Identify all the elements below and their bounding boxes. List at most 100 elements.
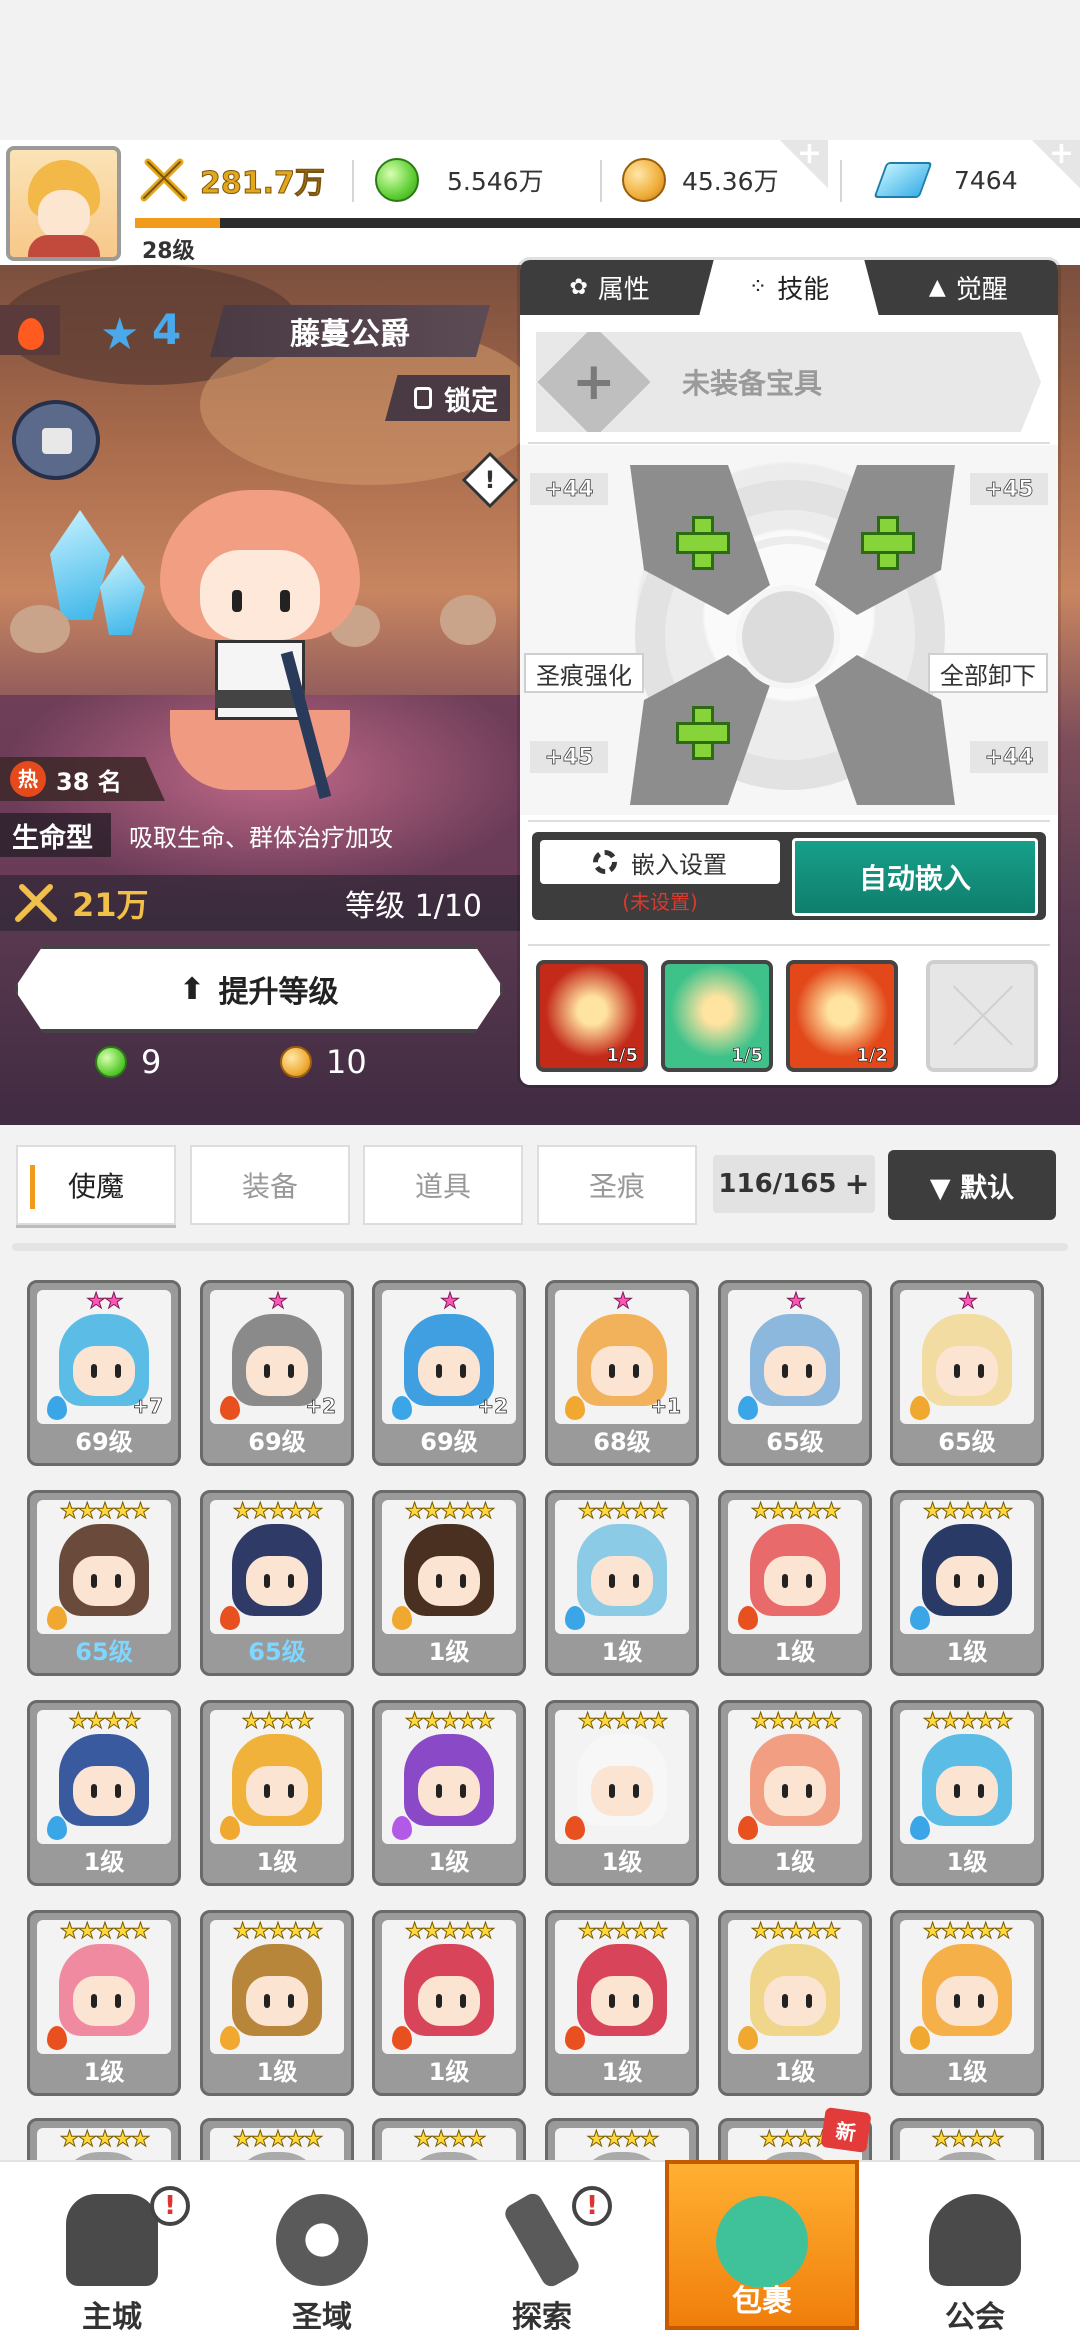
familiar-card[interactable]: +1 ★ 68级 — [545, 1280, 699, 1466]
nav-backpack[interactable]: 包裹 — [665, 2160, 859, 2330]
element-icon — [910, 1396, 930, 1420]
rune-slot[interactable]: 1/5 — [661, 960, 773, 1072]
familiar-card[interactable]: ★ 65级 — [890, 1280, 1044, 1466]
familiar-card[interactable]: ★★★★★ 1级 — [545, 1910, 699, 2096]
familiar-hair — [577, 2152, 667, 2160]
star-rating: ★★★★ — [413, 2127, 487, 2153]
familiar-card[interactable]: ★★★★★ 1级 — [718, 1700, 872, 1886]
familiar-eye — [91, 1574, 97, 1588]
familiar-face — [936, 1766, 998, 1816]
familiar-card[interactable]: ★★★★★ 65级 — [200, 1490, 354, 1676]
familiar-eye — [978, 1784, 984, 1798]
familiar-face — [246, 1346, 308, 1396]
crystal-icon — [100, 555, 145, 635]
familiar-eye — [91, 1994, 97, 2008]
stigmata-enhance-label: 圣痕强化 — [536, 661, 632, 690]
star-rating: ★★★★★ — [232, 1919, 324, 1945]
familiar-card[interactable]: ★★★★★ 1级 — [718, 1910, 872, 2096]
unequip-all-button[interactable]: 全部卸下 — [928, 653, 1048, 693]
star-rating: ★★★★ — [586, 2127, 660, 2153]
familiar-card[interactable]: ★ 65级 — [718, 1280, 872, 1466]
familiar-face — [73, 1556, 135, 1606]
familiar-card[interactable]: ★★★★ — [372, 2118, 526, 2160]
treasure-slot[interactable]: + 未装备宝具 — [536, 332, 1041, 432]
nav-main-city-label: 主城 — [82, 2300, 142, 2335]
star-rating: ★★★★★ — [59, 2127, 151, 2153]
tab-skills[interactable]: ⁘ 技能 — [699, 260, 879, 315]
upgrade-level-button[interactable]: ⬆ 提升等级 — [14, 945, 504, 1033]
embed-settings-button[interactable]: 嵌入设置 — [540, 840, 780, 884]
familiar-card[interactable]: ★★★★ — [545, 2118, 699, 2160]
familiar-card[interactable]: +7 ★★ 69级 — [27, 1280, 181, 1466]
familiar-card[interactable]: ★★★★★ 1级 — [372, 1490, 526, 1676]
star-rating: ★★★★★ — [59, 1919, 151, 1945]
auto-embed-label: 自动嵌入 — [858, 862, 971, 895]
star-rating: ★★★★★ — [922, 1709, 1014, 1735]
star-rating: ★★★★★ — [577, 1919, 669, 1945]
familiar-level: 1级 — [946, 1638, 988, 1666]
rune-slot-empty[interactable] — [926, 960, 1038, 1072]
tab-items[interactable]: 道具 — [363, 1145, 523, 1225]
hero-stars: 4 — [152, 305, 182, 354]
capacity-counter[interactable]: 116/165 + — [713, 1155, 875, 1213]
lock-button[interactable]: 锁定 — [385, 375, 510, 421]
rune-slot[interactable]: 1/2 — [786, 960, 898, 1072]
familiar-card[interactable]: ★★★★ 1级 — [27, 1700, 181, 1886]
familiar-level: 69级 — [420, 1428, 478, 1456]
familiar-card[interactable]: ★★★★ 1级 — [200, 1700, 354, 1886]
familiar-eye — [460, 1994, 466, 2008]
tab-familiars[interactable]: 使魔 — [16, 1145, 176, 1225]
nav-backpack-label: 包裹 — [732, 2284, 792, 2319]
crossed-swords-icon — [140, 158, 188, 202]
familiar-card[interactable]: ★★★★★ 65级 — [27, 1490, 181, 1676]
rune-slot[interactable]: 1/5 — [536, 960, 648, 1072]
familiar-card[interactable]: ★★★★★ 1级 — [890, 1700, 1044, 1886]
familiar-card[interactable]: ★★★★★ 1级 — [545, 1700, 699, 1886]
familiar-card[interactable]: ★★★★★ 1级 — [372, 1910, 526, 2096]
familiar-card[interactable]: ★★★★★ 1级 — [372, 1700, 526, 1886]
tab-stigmata[interactable]: 圣痕 — [537, 1145, 697, 1225]
nav-explore[interactable]: 探索 — [442, 2162, 642, 2340]
familiar-eye — [115, 1574, 121, 1588]
familiar-card[interactable]: ★★★★★ — [200, 2118, 354, 2160]
crystal-icon — [50, 510, 110, 620]
familiar-card[interactable]: ★★★★ — [890, 2118, 1044, 2160]
familiar-eye — [264, 1784, 270, 1798]
familiar-card[interactable]: ★★★★★ 1级 — [890, 1490, 1044, 1676]
familiar-card[interactable]: +2 ★ 69级 — [372, 1280, 526, 1466]
nav-guild-label: 公会 — [945, 2300, 1005, 2335]
familiar-eye — [460, 1784, 466, 1798]
scroll-track[interactable] — [12, 1243, 1068, 1251]
element-icon — [47, 1606, 67, 1630]
familiar-card[interactable]: ★★★★★ — [27, 2118, 181, 2160]
stigmata-enhance-button[interactable]: 圣痕强化 — [524, 653, 644, 693]
star-icon: ★ — [100, 309, 140, 360]
player-avatar[interactable] — [6, 146, 121, 261]
tab-attributes[interactable]: ✿ 属性 — [520, 260, 699, 315]
popularity-rank[interactable]: 热 38 名 — [0, 757, 165, 801]
add-coins-button[interactable] — [780, 136, 828, 188]
sort-dropdown[interactable]: ▼ 默认 — [888, 1150, 1056, 1220]
familiar-card[interactable]: ★★★★★ 1级 — [200, 1910, 354, 2096]
familiar-card[interactable]: ★★★★★ 1级 — [890, 1910, 1044, 2096]
nav-sanctuary[interactable]: 圣域 — [222, 2162, 422, 2340]
familiar-card[interactable]: ★★★★★ 1级 — [545, 1490, 699, 1676]
locked-badge-icon[interactable] — [12, 400, 100, 480]
tab-awaken[interactable]: ▲ 觉醒 — [879, 260, 1058, 315]
familiar-face — [764, 1556, 826, 1606]
familiar-card[interactable]: ★★★★★ 1级 — [718, 1490, 872, 1676]
tab-equipment[interactable]: 装备 — [190, 1145, 350, 1225]
coin-icon — [622, 158, 666, 202]
hero-name: 藤蔓公爵 — [210, 305, 490, 357]
familiar-level: 65级 — [75, 1638, 133, 1666]
add-diamonds-button[interactable] — [1032, 136, 1080, 188]
nav-guild[interactable]: 公会 — [875, 2162, 1075, 2340]
familiar-grid: +7 ★★ 69级 +2 ★ 69级 +2 ★ 69级 +1 ★ 68级 ★ 65级 ★ 65级 ★★★★★ 65… — [0, 1270, 1080, 2160]
nav-main-city[interactable]: 主城 — [12, 2162, 212, 2340]
familiar-eye — [609, 1784, 615, 1798]
familiar-eye — [806, 1784, 812, 1798]
familiar-face — [246, 1556, 308, 1606]
familiar-card[interactable]: ★★★★★ 1级 — [27, 1910, 181, 2096]
familiar-card[interactable]: +2 ★ 69级 — [200, 1280, 354, 1466]
auto-embed-button[interactable]: 自动嵌入 — [792, 838, 1038, 916]
